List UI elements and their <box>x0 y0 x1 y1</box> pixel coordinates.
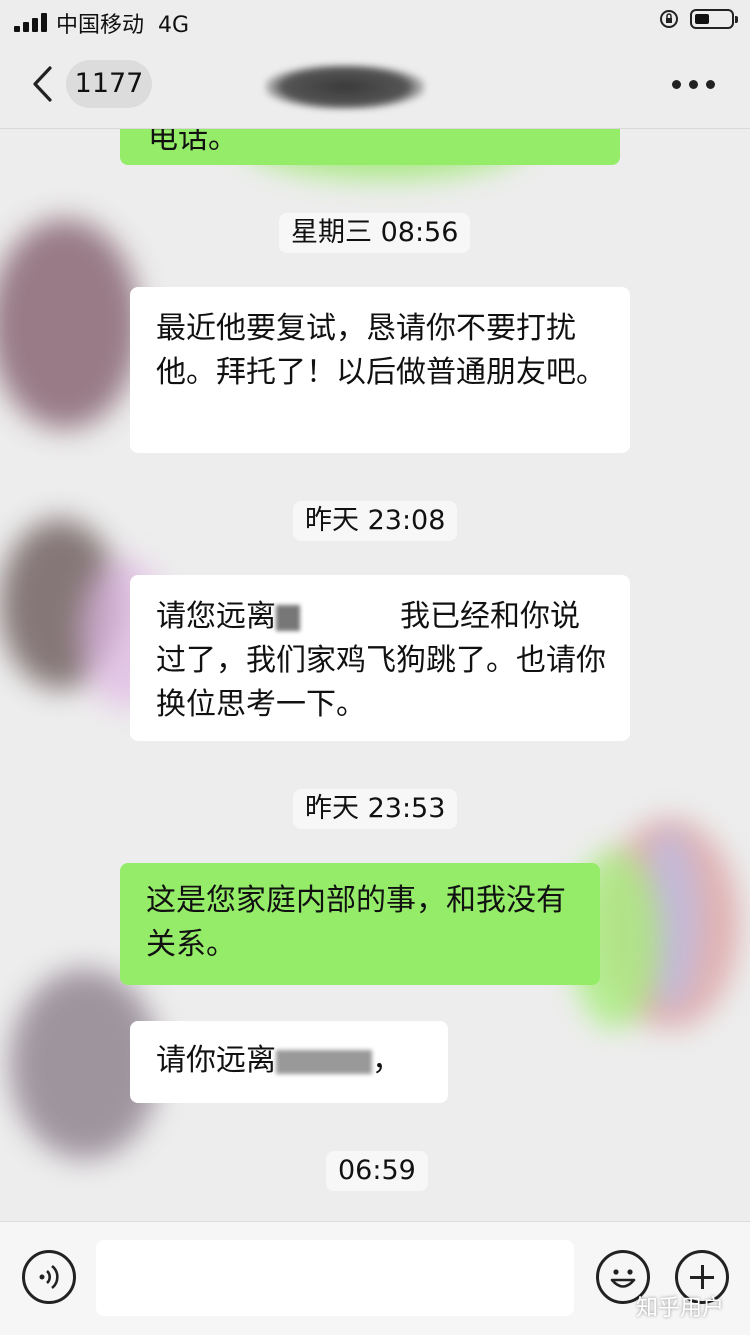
unread-count-badge[interactable]: 1177 <box>66 60 152 108</box>
message-input[interactable] <box>96 1240 574 1316</box>
rotation-lock-icon <box>660 10 678 28</box>
message-text: 最近他要复试，恳请你不要打扰他。拜托了！以后做普通朋友吧。 <box>156 311 606 390</box>
message-bubble-incoming[interactable]: 请您远离 我已经和你说过了，我们家鸡飞狗跳了。也请你换位思考一下。 <box>130 575 630 741</box>
message-text: 这是您家庭内部的事，和我没有关系。 <box>146 883 566 962</box>
battery-level <box>695 14 709 24</box>
battery-icon <box>690 9 738 29</box>
network-label: 4G <box>158 13 190 38</box>
contact-name-redacted <box>265 60 425 112</box>
timestamp: 昨天 23:53 <box>293 789 458 829</box>
message-text: 请你远离 <box>156 1043 276 1078</box>
message-list[interactable]: 电话。 星期三 08:56 最近他要复试，恳请你不要打扰他。拜托了！以后做普通朋… <box>0 129 750 1221</box>
avatar-redacted <box>0 219 140 429</box>
back-chevron-icon[interactable] <box>30 64 54 104</box>
message-bubble-outgoing[interactable]: 这是您家庭内部的事，和我没有关系。 <box>120 863 600 985</box>
more-options-icon[interactable] <box>672 80 716 90</box>
message-text: 电话。 <box>148 129 238 156</box>
voice-icon <box>39 1264 59 1290</box>
watermark: 知乎用户 <box>636 1296 725 1321</box>
timestamp: 星期三 08:56 <box>279 213 471 253</box>
message-bubble-incoming[interactable]: 请你远离 ， <box>130 1021 448 1103</box>
carrier-label: 中国移动 4G <box>56 13 190 38</box>
redacted-name <box>276 1049 372 1074</box>
chat-header: 1177 <box>0 42 750 129</box>
timestamp: 06:59 <box>326 1151 428 1191</box>
redacted-name <box>276 604 300 631</box>
message-bubble-incoming[interactable]: 最近他要复试，恳请你不要打扰他。拜托了！以后做普通朋友吧。 <box>130 287 630 453</box>
message-bubble-outgoing[interactable]: 电话。 <box>120 129 620 165</box>
voice-input-button[interactable] <box>22 1250 76 1304</box>
signal-icon <box>14 12 48 32</box>
timestamp: 昨天 23:08 <box>293 501 458 541</box>
status-bar: 中国移动 4G <box>0 0 750 42</box>
message-text: ， <box>372 1043 402 1078</box>
message-text: 请您远离 <box>156 599 276 634</box>
